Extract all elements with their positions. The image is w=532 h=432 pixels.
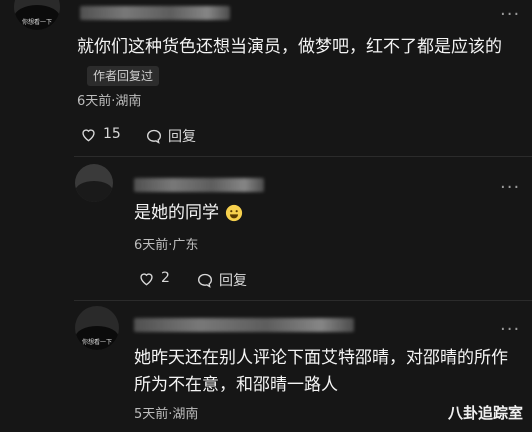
comment-meta: 5天前·湖南 [134,407,199,422]
like-count: 2 [161,270,170,286]
divider [74,156,532,157]
grinning-emoji-icon [225,204,243,222]
comment-text: 是她的同学 [134,200,243,226]
username-redacted [134,178,264,192]
comment-meta: 6天前·广东 [134,238,199,253]
more-options-icon[interactable]: ··· [500,321,520,339]
reply-label: 回复 [219,273,247,289]
reply-label: 回复 [168,129,196,145]
heart-icon [138,271,155,286]
username-redacted [134,318,354,332]
more-options-icon[interactable]: ··· [500,179,520,197]
comment-text-line: 她昨天还在别人评论下面艾特邵晴，对邵晴的所作 [134,348,508,368]
watermark: 八卦追踪室 [448,404,524,422]
comment-meta: 6天前·湖南 [77,94,142,109]
like-button[interactable]: 2 [138,270,170,286]
divider [74,300,532,301]
comment-text-line: 所为不在意，和邵晴一路人 [134,375,338,395]
avatar[interactable] [75,164,113,202]
avatar[interactable]: 你想看一下 [14,0,60,30]
reply-button[interactable]: 回复 [197,270,247,290]
reply-bubble-icon [197,273,213,288]
like-button[interactable]: 15 [80,126,121,142]
reply-bubble-icon [146,129,162,144]
comment-text: 就你们这种货色还想当演员，做梦吧，红不了都是应该的 [77,37,502,57]
author-replied-badge: 作者回复过 [87,66,160,86]
like-count: 15 [103,126,121,142]
avatar[interactable]: 你想看一下 [75,306,119,350]
heart-icon [80,127,97,142]
reply-button[interactable]: 回复 [146,126,196,146]
username-redacted [80,6,230,20]
more-options-icon[interactable]: ··· [500,6,520,24]
